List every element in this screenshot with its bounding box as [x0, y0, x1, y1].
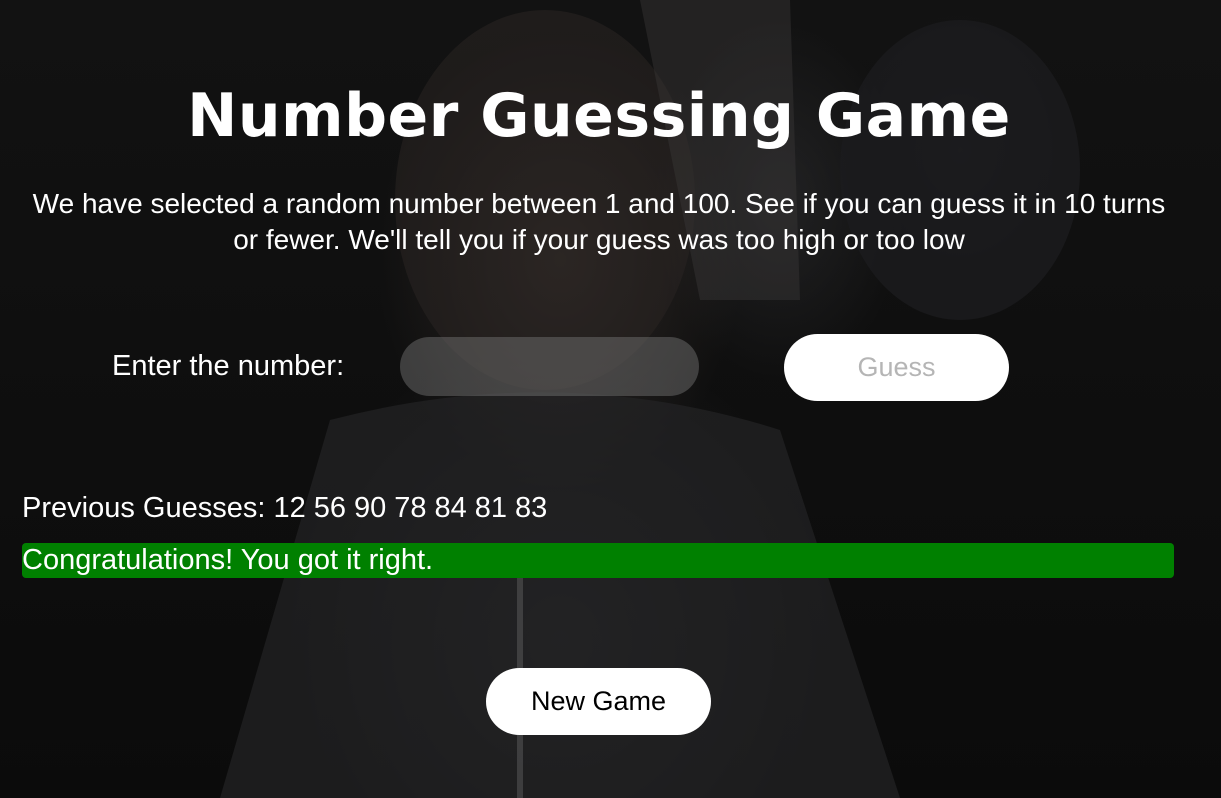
- game-page: Number Guessing Game We have selected a …: [0, 0, 1221, 798]
- guess-value: 84: [434, 492, 467, 524]
- result-message: Congratulations! You got it right.: [22, 543, 1174, 578]
- guess-value: 78: [394, 492, 427, 524]
- previous-guesses-label: Previous Guesses:: [22, 492, 266, 524]
- new-game-button[interactable]: New Game: [486, 668, 711, 735]
- guess-button[interactable]: Guess: [784, 334, 1009, 401]
- guess-value: 90: [353, 492, 387, 524]
- guess-value: 83: [515, 492, 548, 524]
- page-title: Number Guessing Game: [187, 81, 1011, 151]
- guess-input[interactable]: [400, 337, 699, 396]
- guess-field-label: Enter the number:: [112, 350, 345, 382]
- guess-value: 56: [313, 492, 346, 524]
- previous-guesses: Previous Guesses: 12 56 90 78 84 81 83: [22, 490, 555, 526]
- guess-value: 81: [474, 492, 508, 524]
- game-instructions: We have selected a random number between…: [32, 188, 1166, 255]
- previous-guesses-values: 12 56 90 78 84 81 83: [273, 492, 555, 524]
- guess-value: 12: [273, 492, 306, 524]
